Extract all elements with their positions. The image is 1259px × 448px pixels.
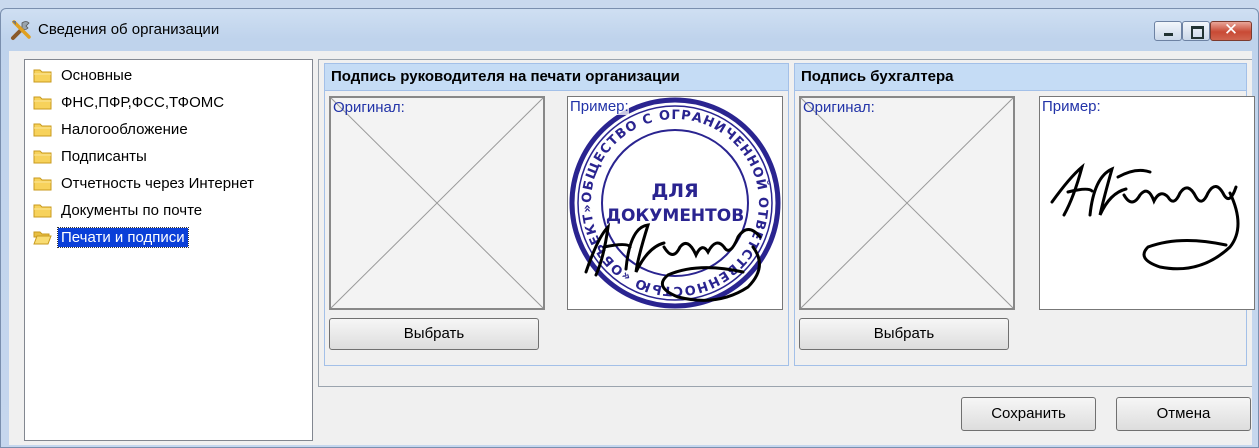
tools-icon <box>11 20 31 40</box>
group-title: Подпись бухгалтера <box>795 64 1246 91</box>
tree-item-label: Документы по почте <box>61 201 203 219</box>
signature-image <box>1050 162 1240 271</box>
accountant-example-image: Пример: <box>1039 96 1255 310</box>
no-image-placeholder-icon <box>331 98 543 308</box>
window-title: Сведения об организации <box>38 21 220 38</box>
tree-item-label: Печати и подписи <box>57 226 189 248</box>
director-choose-button[interactable]: Выбрать <box>329 318 539 350</box>
tree-item-label: ФНС,ПФР,ФСС,ТФОМС <box>61 93 225 111</box>
tree-item-osnovnye[interactable]: Основные <box>33 64 135 86</box>
save-button[interactable]: Сохранить <box>961 397 1096 431</box>
tree-item-label: Основные <box>61 66 133 84</box>
minimize-button[interactable] <box>1154 21 1182 41</box>
director-original-image[interactable]: Оригинал: <box>329 96 545 310</box>
director-signature-group: Подпись руководителя на печати организац… <box>324 63 789 366</box>
director-example-image: Пример: ОБЩЕСТВО С ОГРАНИЧЕННОЙ ОТВЕТСТВ… <box>567 96 783 310</box>
stamps-panel: Подпись руководителя на печати организац… <box>318 59 1255 387</box>
stamp-with-signature-image: ОБЩЕСТВО С ОГРАНИЧЕННОЙ ОТВЕТСТВЕННОСТЬЮ… <box>568 97 781 309</box>
maximize-icon <box>1191 26 1204 39</box>
example-caption: Пример: <box>1042 98 1101 115</box>
close-icon: ✕ <box>1223 20 1239 39</box>
dialog-window: Сведения об организации ✕ Основные ФНС,П… <box>0 8 1259 448</box>
settings-tree: Основные ФНС,ПФР,ФСС,ТФОМС Налогообложен… <box>24 59 313 441</box>
tree-item-internet-reporting[interactable]: Отчетность через Интернет <box>33 172 257 194</box>
group-title: Подпись руководителя на печати организац… <box>325 64 788 91</box>
folder-icon <box>33 150 52 164</box>
tree-item-label: Налогообложение <box>61 120 188 138</box>
folder-icon <box>33 204 52 218</box>
tree-item-label: Отчетность через Интернет <box>61 174 255 192</box>
minimize-icon <box>1164 33 1173 36</box>
folder-icon <box>33 69 52 83</box>
folder-icon <box>33 96 52 110</box>
no-image-placeholder-icon <box>801 98 1013 308</box>
tree-item-stamps-signatures[interactable]: Печати и подписи <box>33 226 189 248</box>
tree-item-mail-documents[interactable]: Документы по почте <box>33 199 205 221</box>
accountant-original-image[interactable]: Оригинал: <box>799 96 1015 310</box>
close-button[interactable]: ✕ <box>1210 20 1252 41</box>
cancel-button[interactable]: Отмена <box>1116 397 1251 431</box>
tree-item-label: Подписанты <box>61 147 147 165</box>
dialog-client-area: Основные ФНС,ПФР,ФСС,ТФОМС Налогообложен… <box>9 51 1255 445</box>
tree-item-taxation[interactable]: Налогообложение <box>33 118 191 140</box>
accountant-choose-button[interactable]: Выбрать <box>799 318 1009 350</box>
tree-item-signers[interactable]: Подписанты <box>33 145 150 167</box>
stamp-center-line2: ДОКУМЕНТОВ <box>606 206 744 226</box>
folder-open-icon <box>33 231 52 245</box>
original-caption: Оригинал: <box>803 99 875 116</box>
accountant-signature-group: Подпись бухгалтера Оригинал: Пример: Выб… <box>794 63 1255 366</box>
folder-icon <box>33 177 52 191</box>
stamp-center-line1: ДЛЯ <box>651 180 698 202</box>
maximize-button[interactable] <box>1182 21 1210 41</box>
tree-item-fns[interactable]: ФНС,ПФР,ФСС,ТФОМС <box>33 91 227 113</box>
folder-icon <box>33 123 52 137</box>
original-caption: Оригинал: <box>333 99 405 116</box>
title-bar[interactable]: Сведения об организации ✕ <box>1 9 1258 49</box>
example-caption: Пример: <box>570 98 629 115</box>
